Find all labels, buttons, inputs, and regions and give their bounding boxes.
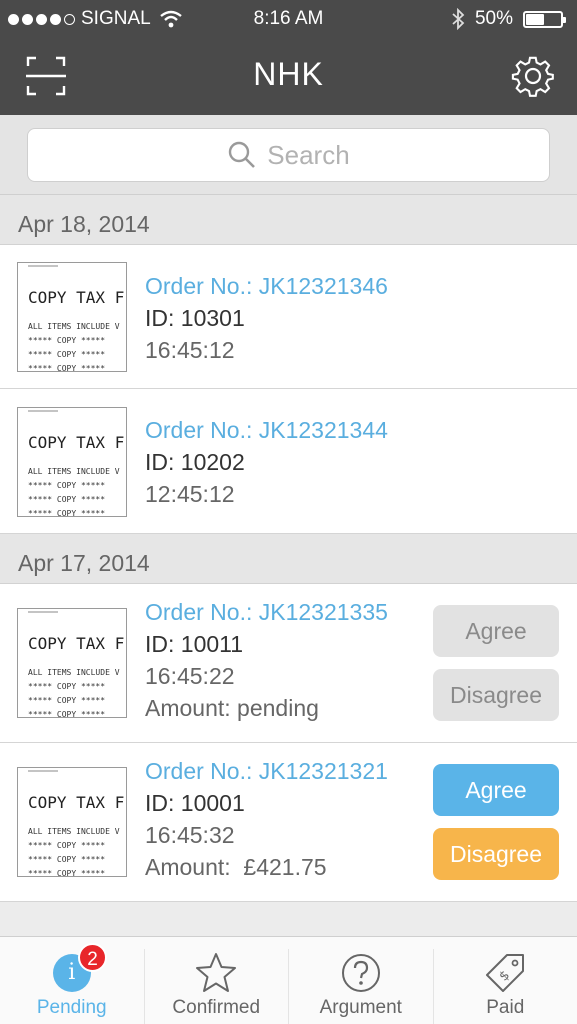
battery-icon — [523, 10, 566, 28]
svg-text:***** COPY *****: ***** COPY ***** — [28, 509, 105, 517]
tab-argument[interactable]: Argument — [288, 949, 433, 1024]
tab-bar: i 2 Pending Confirmed Argument $ Paid — [0, 936, 577, 1024]
receipt-thumbnail: COPY TAX F ALL ITEMS INCLUDE V ***** COP… — [17, 262, 127, 372]
svg-text:ALL ITEMS INCLUDE V: ALL ITEMS INCLUDE V — [28, 827, 120, 836]
receipt-image: COPY TAX F ALL ITEMS INCLUDE V ***** COP… — [28, 410, 124, 517]
pending-count-badge: 2 — [78, 943, 107, 972]
svg-text:***** COPY *****: ***** COPY ***** — [28, 495, 105, 504]
tab-label: Pending — [36, 997, 107, 1018]
order-number[interactable]: Order No.: JK12321346 — [145, 270, 388, 302]
order-info: Order No.: JK12321335 ID: 10011 16:45:22… — [145, 596, 388, 724]
date-header-label: Apr 18, 2014 — [18, 211, 150, 237]
status-right: 50% — [451, 8, 566, 30]
svg-text:***** COPY *****: ***** COPY ***** — [28, 350, 105, 359]
order-row[interactable]: COPY TAX F ALL ITEMS INCLUDE V ***** COP… — [0, 245, 577, 389]
order-id: ID: 10011 — [145, 631, 244, 657]
svg-text:***** COPY *****: ***** COPY ***** — [28, 696, 105, 705]
svg-text:***** COPY *****: ***** COPY ***** — [28, 841, 105, 850]
order-id: ID: 10202 — [145, 449, 245, 475]
order-time: 16:45:32 — [145, 822, 235, 848]
battery-percent: 50% — [474, 8, 513, 29]
date-header: Apr 17, 2014 — [0, 534, 577, 584]
disagree-button[interactable]: Disagree — [433, 828, 559, 880]
order-number[interactable]: Order No.: JK12321321 — [145, 755, 388, 787]
order-time: 12:45:12 — [145, 481, 235, 507]
order-time: 16:45:12 — [145, 337, 235, 363]
page-title: NHK — [253, 56, 324, 92]
receipt-thumbnail: COPY TAX F ALL ITEMS INCLUDE V ***** COP… — [17, 407, 127, 517]
star-icon — [196, 953, 237, 992]
svg-text:***** COPY *****: ***** COPY ***** — [28, 481, 105, 490]
svg-text:COPY TAX F: COPY TAX F — [28, 433, 124, 452]
order-amount: Amount: pending — [145, 695, 319, 721]
order-info: Order No.: JK12321321 ID: 10001 16:45:32… — [145, 755, 388, 883]
order-number[interactable]: Order No.: JK12321344 — [145, 414, 388, 446]
svg-text:***** COPY *****: ***** COPY ***** — [28, 855, 105, 864]
tab-label: Argument — [319, 997, 402, 1018]
svg-text:***** COPY *****: ***** COPY ***** — [28, 364, 105, 372]
receipt-image: COPY TAX F ALL ITEMS INCLUDE V ***** COP… — [28, 611, 124, 718]
receipt-image: COPY TAX F ALL ITEMS INCLUDE V ***** COP… — [28, 265, 124, 372]
order-amount: Amount: £421.75 — [145, 854, 327, 880]
svg-text:***** COPY *****: ***** COPY ***** — [28, 336, 105, 345]
gear-icon[interactable] — [511, 54, 555, 98]
order-row[interactable]: COPY TAX F ALL ITEMS INCLUDE V ***** COP… — [0, 389, 577, 534]
order-id: ID: 10001 — [145, 790, 245, 816]
tab-pending[interactable]: i 2 Pending — [0, 937, 144, 1024]
battery-fill — [526, 13, 544, 25]
order-number[interactable]: Order No.: JK12321335 — [145, 596, 388, 628]
order-info: Order No.: JK12321344 ID: 10202 12:45:12 — [145, 414, 388, 510]
agree-button[interactable]: Agree — [433, 605, 559, 657]
order-info: Order No.: JK12321346 ID: 10301 16:45:12 — [145, 270, 388, 366]
search-icon — [229, 141, 256, 168]
search-bar-container: Search — [0, 115, 577, 195]
order-id: ID: 10301 — [145, 305, 245, 331]
agree-button[interactable]: Agree — [433, 764, 559, 816]
date-header-label: Apr 17, 2014 — [18, 550, 150, 576]
receipt-thumbnail: COPY TAX F ALL ITEMS INCLUDE V ***** COP… — [17, 767, 127, 877]
bluetooth-icon — [452, 8, 465, 30]
receipt-thumbnail: COPY TAX F ALL ITEMS INCLUDE V ***** COP… — [17, 608, 127, 718]
price-tag-icon: $ — [486, 954, 525, 992]
svg-text:ALL ITEMS INCLUDE V: ALL ITEMS INCLUDE V — [28, 668, 120, 677]
svg-text:COPY TAX F: COPY TAX F — [28, 634, 124, 653]
svg-text:***** COPY *****: ***** COPY ***** — [28, 682, 105, 691]
svg-text:ALL ITEMS INCLUDE V: ALL ITEMS INCLUDE V — [28, 467, 120, 476]
disagree-button[interactable]: Disagree — [433, 669, 559, 721]
order-row[interactable]: COPY TAX F ALL ITEMS INCLUDE V ***** COP… — [0, 584, 577, 743]
date-header: Apr 18, 2014 — [0, 195, 577, 245]
tab-label: Paid — [486, 997, 525, 1018]
search-input[interactable]: Search — [27, 128, 550, 182]
receipt-image: COPY TAX F ALL ITEMS INCLUDE V ***** COP… — [28, 770, 124, 877]
svg-text:ALL ITEMS INCLUDE V: ALL ITEMS INCLUDE V — [28, 322, 120, 331]
svg-text:***** COPY *****: ***** COPY ***** — [28, 710, 105, 718]
status-bar: SIGNAL 8:16 AM 50% — [0, 0, 577, 38]
question-icon — [341, 954, 380, 992]
tab-label: Confirmed — [172, 997, 261, 1018]
svg-text:***** COPY *****: ***** COPY ***** — [28, 869, 105, 877]
nav-bar: NHK — [0, 38, 577, 115]
order-row[interactable]: COPY TAX F ALL ITEMS INCLUDE V ***** COP… — [0, 743, 577, 902]
tab-confirmed[interactable]: Confirmed — [143, 949, 289, 1024]
order-time: 16:45:22 — [145, 663, 235, 689]
svg-text:COPY TAX F: COPY TAX F — [28, 288, 124, 307]
svg-text:COPY TAX F: COPY TAX F — [28, 793, 124, 812]
tab-paid[interactable]: $ Paid — [432, 949, 577, 1024]
search-placeholder: Search — [267, 139, 350, 170]
